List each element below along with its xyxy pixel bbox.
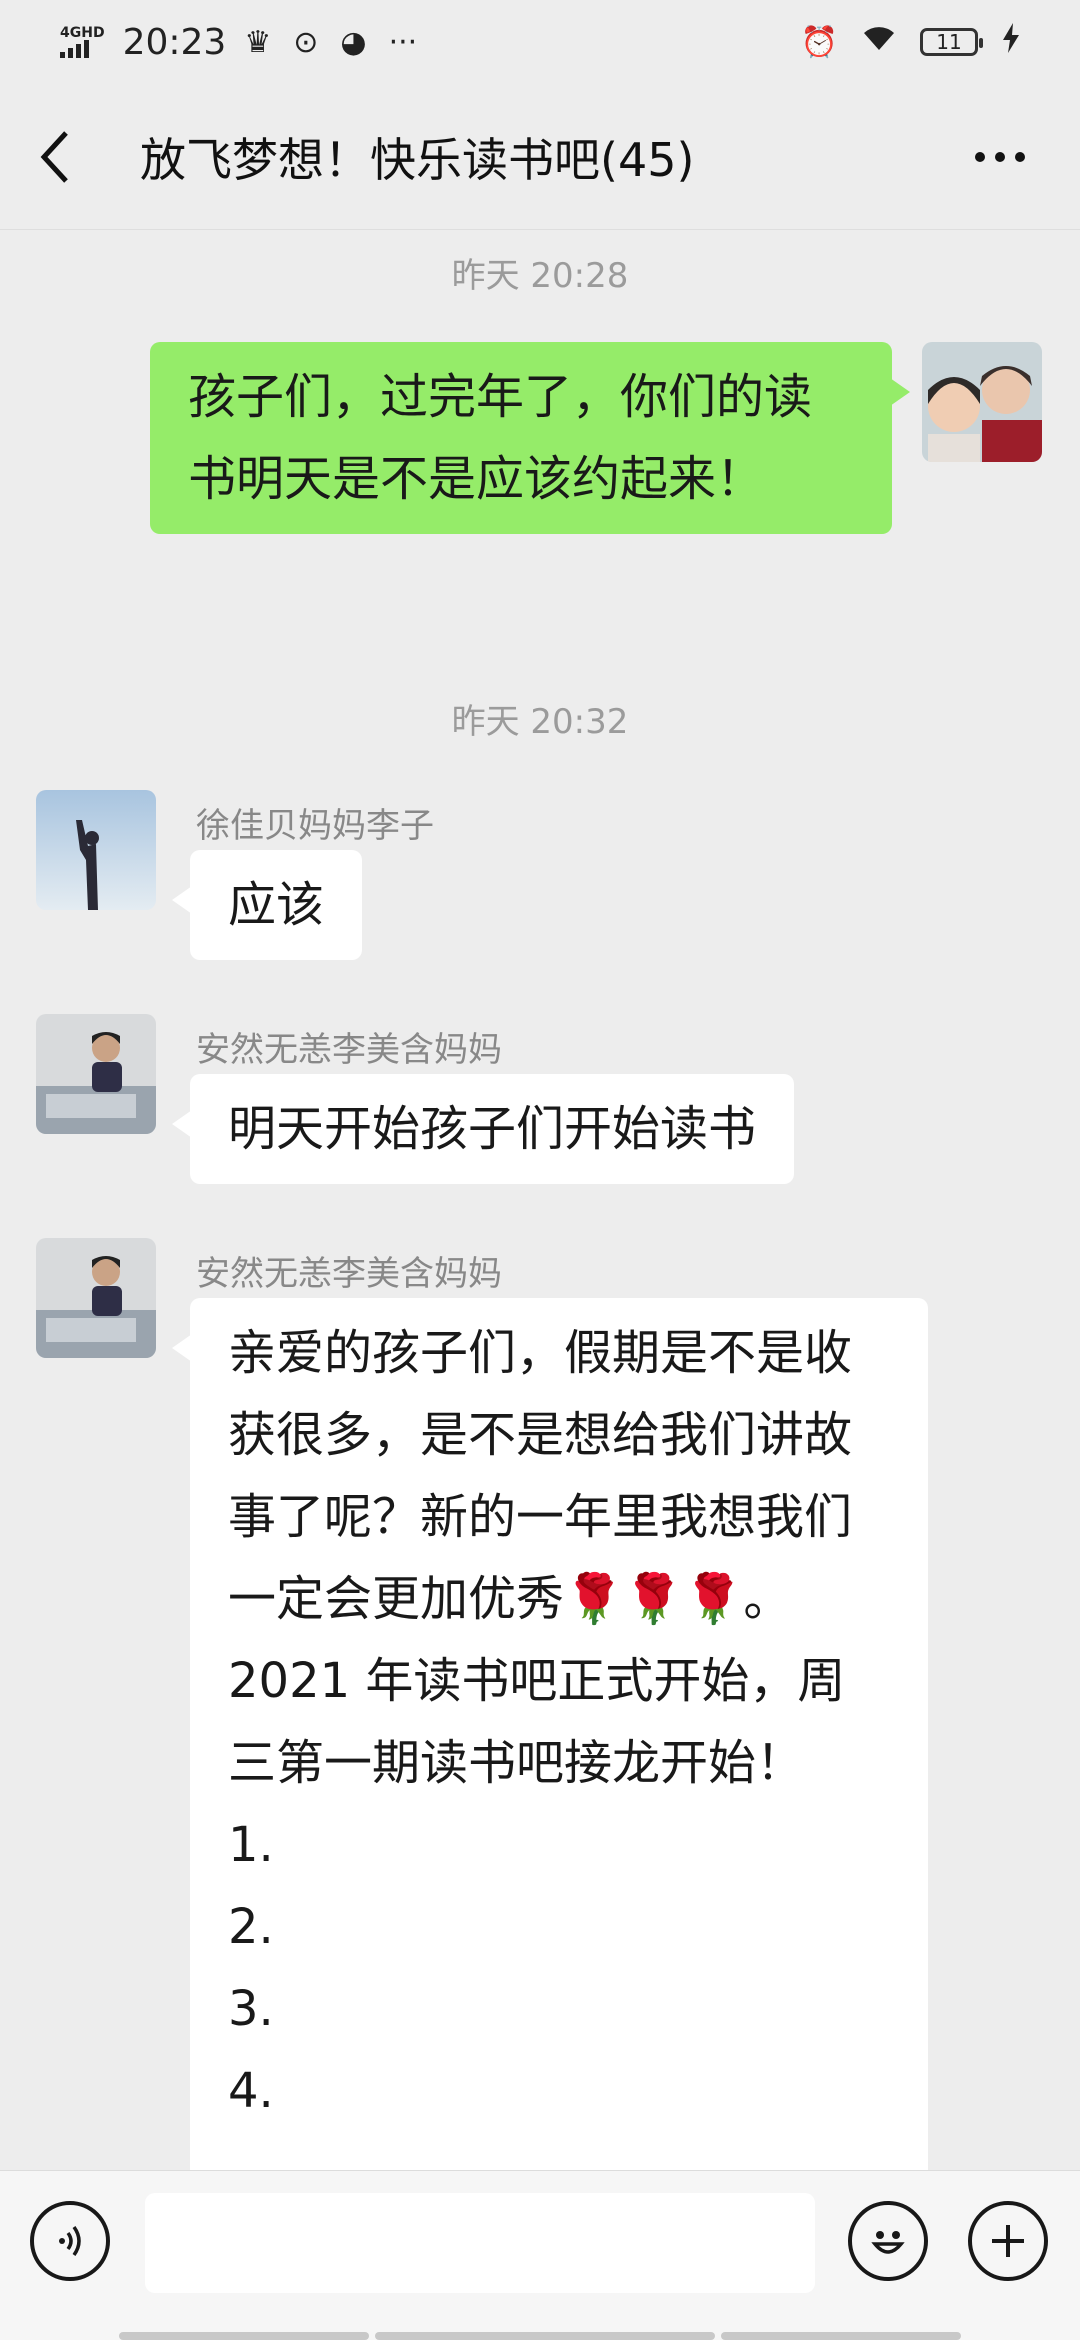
message-list[interactable]: 昨天 20:28 孩子们，过完年了，你们的读书明天是不是应该约起来！ 昨天 20… — [0, 230, 1080, 2170]
timestamp: 昨天 20:28 — [451, 256, 629, 296]
charging-icon — [1002, 23, 1020, 61]
crown-icon: ♛ — [244, 24, 272, 60]
sender-name: 安然无恙李美含妈妈 — [196, 1254, 502, 1294]
message-text: 应该 — [228, 877, 325, 933]
message-text: 明天开始孩子们开始读书 — [228, 1101, 757, 1157]
dot-icon — [995, 151, 1005, 162]
status-time: 20:23 — [122, 21, 227, 63]
battery-level: 11 — [936, 30, 962, 54]
alarm-icon: ⏰ — [800, 24, 838, 60]
message-bubble[interactable]: 明天开始孩子们开始读书 — [171, 1074, 795, 1184]
my-message-bubble[interactable]: 孩子们，过完年了，你们的读书明天是不是应该约起来！ — [150, 342, 910, 534]
rose-emoji-icon: 🌹🌹🌹 — [564, 1571, 744, 1627]
back-button[interactable] — [40, 117, 100, 197]
sender-avatar[interactable] — [36, 1014, 156, 1134]
battery-icon: 11 — [920, 28, 983, 56]
plus-button[interactable] — [968, 2201, 1048, 2281]
location-icon: ⊙ — [293, 24, 319, 60]
more-notifications-icon: ··· — [388, 24, 418, 60]
voice-icon — [59, 2225, 81, 2257]
smiley-icon — [871, 2231, 905, 2254]
status-bar: 4GHD 20:23 ♛ ⊙ ◕ ··· ⏰ 11 — [0, 0, 1080, 84]
sender-name: 徐佳贝妈妈李子 — [196, 806, 434, 846]
list-item: 4. — [228, 2063, 274, 2119]
message-bubble[interactable]: 亲爱的孩子们，假期是不是收获很多，是不是想给我们讲故事了呢？新的一年里我想我们一… — [172, 1298, 928, 2170]
chat-title: 放飞梦想！快乐读书吧(45) — [140, 132, 695, 187]
wifi-icon — [862, 24, 896, 60]
sender-avatar[interactable] — [36, 1238, 156, 1358]
emoji-button[interactable] — [848, 2201, 928, 2281]
my-avatar[interactable] — [922, 342, 1042, 462]
chat-header: 放飞梦想！快乐读书吧(45) — [0, 84, 1080, 230]
sender-name: 安然无恙李美含妈妈 — [196, 1030, 502, 1070]
plus-icon — [992, 2225, 1024, 2257]
message-bubble[interactable]: 应该 — [171, 850, 363, 960]
cellular-signal-icon: 4GHD — [60, 26, 105, 58]
message-text: 孩子们，过完年了，你们的读书明天是不是应该约起来！ — [188, 369, 813, 507]
list-item: 2. — [228, 1899, 274, 1955]
compass-icon: ◕ — [340, 24, 367, 60]
more-options-button[interactable] — [960, 117, 1040, 197]
status-left: 4GHD 20:23 ♛ ⊙ ◕ ··· — [60, 22, 417, 63]
dot-icon — [1015, 151, 1025, 162]
input-bar — [0, 2170, 1080, 2340]
sender-avatar[interactable] — [36, 790, 156, 910]
network-type: 4GHD — [60, 25, 105, 41]
list-item: 3. — [228, 1981, 274, 2037]
status-right: ⏰ 11 — [801, 23, 1020, 61]
timestamp: 昨天 20:32 — [451, 702, 629, 742]
home-indicator — [0, 2332, 1080, 2340]
message-input[interactable] — [145, 2193, 815, 2293]
voice-button[interactable] — [30, 2201, 110, 2281]
dot-icon — [975, 151, 985, 162]
chevron-left-icon — [40, 130, 68, 183]
list-item: 1. — [228, 1817, 274, 1873]
